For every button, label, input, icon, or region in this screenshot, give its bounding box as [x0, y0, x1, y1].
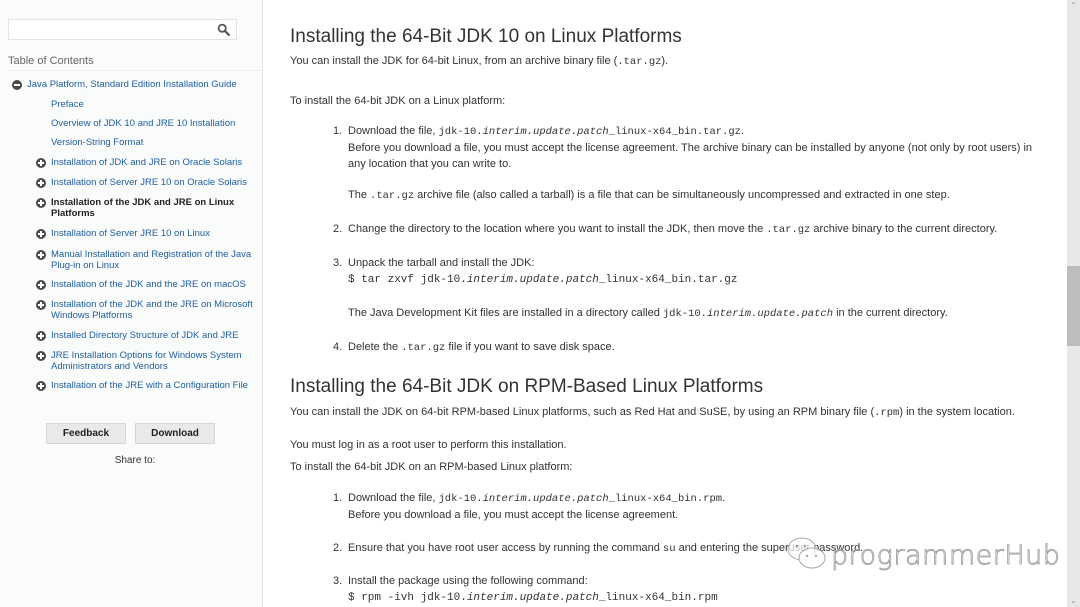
share-label: Share to:	[114, 455, 156, 466]
step-text: Download the file, jdk-10.interim.update…	[348, 492, 726, 505]
scroll-up-arrow-icon[interactable]: ⌃	[1067, 0, 1080, 12]
section-lead: To install the 64-bit JDK on a Linux pla…	[290, 95, 506, 107]
toc-item-server-jre-linux[interactable]: Installation of Server JRE 10 on Linux	[51, 228, 210, 239]
main-content: Installing the 64-Bit JDK 10 on Linux Pl…	[264, 0, 1067, 607]
sidebar: Table of Contents Java Platform, Standar…	[0, 0, 263, 607]
toc-title: Table of Contents	[8, 55, 94, 67]
expand-icon[interactable]	[36, 178, 46, 188]
expand-icon[interactable]	[36, 381, 46, 391]
section-intro: You can install the JDK for 64-bit Linux…	[290, 55, 669, 68]
expand-icon[interactable]	[36, 229, 46, 239]
scroll-down-arrow-icon[interactable]: ⌄	[1067, 595, 1080, 607]
root-note: You must log in as a root user to perfor…	[290, 439, 567, 451]
wechat-icon	[787, 537, 826, 569]
section-intro: You can install the JDK on 64-bit RPM-ba…	[290, 406, 1015, 419]
step-extra: The .tar.gz archive file (also called a …	[348, 189, 950, 202]
step-text: Download the file, jdk-10.interim.update…	[348, 125, 745, 138]
scrollbar-thumb[interactable]	[1067, 266, 1080, 346]
feedback-button[interactable]: Feedback	[46, 423, 126, 444]
step-note: Before you download a file, you must acc…	[348, 142, 1033, 154]
expand-icon[interactable]	[36, 280, 46, 290]
step-text: Unpack the tarball and install the JDK:	[348, 257, 535, 269]
toc-item-macos[interactable]: Installation of the JDK and the JRE on m…	[51, 279, 246, 290]
watermark: programmerHub	[785, 533, 1060, 577]
search-icon[interactable]	[217, 23, 230, 36]
collapse-icon[interactable]	[12, 80, 22, 90]
toc-item-jre-options[interactable]: JRE Installation Options for Windows Sys…	[51, 350, 242, 372]
toc-item-label-line2: Platforms	[51, 208, 95, 219]
expand-icon[interactable]	[36, 158, 46, 168]
toc-item-label-line2: Windows Platforms	[51, 310, 133, 321]
step-number: 1.	[333, 492, 343, 504]
toc-item-label-line1: Manual Installation and Registration of …	[51, 249, 252, 260]
expand-icon[interactable]	[36, 198, 46, 208]
step-text: Delete the .tar.gz file if you want to s…	[348, 341, 615, 354]
step-number: 2.	[333, 542, 343, 554]
download-button[interactable]: Download	[135, 423, 215, 444]
step-number: 2.	[333, 223, 343, 235]
step-note: any location that you can write to.	[348, 158, 512, 170]
expand-icon[interactable]	[36, 250, 46, 260]
step-number: 4.	[333, 341, 343, 353]
section-lead: To install the 64-bit JDK on an RPM-base…	[290, 461, 573, 473]
step-text: Change the directory to the location whe…	[348, 223, 998, 236]
toc-item-preface[interactable]: Preface	[51, 99, 84, 110]
step-number: 3.	[333, 575, 343, 587]
expand-icon[interactable]	[36, 331, 46, 341]
vertical-scrollbar[interactable]: ⌃ ⌄	[1067, 0, 1080, 607]
step-note: The Java Development Kit files are insta…	[348, 307, 948, 320]
toc-item-config-file[interactable]: Installation of the JRE with a Configura…	[51, 380, 248, 391]
section-title-rpm: Installing the 64-Bit JDK on RPM-Based L…	[290, 376, 764, 397]
expand-icon[interactable]	[36, 300, 46, 310]
toc-item-label-line1: JRE Installation Options for Windows Sys…	[51, 350, 242, 361]
watermark-text: programmerHub	[831, 539, 1061, 571]
expand-icon[interactable]	[36, 351, 46, 361]
toc-item-overview[interactable]: Overview of JDK 10 and JRE 10 Installati…	[51, 118, 235, 129]
command-line: $ rpm -ivh jdk-10.interim.update.patch_l…	[348, 592, 718, 604]
toc-item-label-line2: Administrators and Vendors	[51, 361, 168, 372]
toc-divider	[8, 70, 263, 71]
toc-item-installation-guide[interactable]: Java Platform, Standard Edition Installa…	[27, 79, 237, 90]
step-number: 1.	[333, 125, 343, 137]
toc-item-linux-active[interactable]: Installation of the JDK and JRE on Linux…	[51, 197, 234, 219]
toc-item-label-line1: Installation of the JDK and the JRE on M…	[51, 299, 253, 310]
toc-item-server-jre-solaris[interactable]: Installation of Server JRE 10 on Oracle …	[51, 177, 247, 188]
step-text: Install the package using the following …	[348, 575, 588, 587]
command-line: $ tar zxvf jdk-10.interim.update.patch_l…	[348, 274, 738, 286]
toc-item-windows[interactable]: Installation of the JDK and the JRE on M…	[51, 299, 253, 321]
toc-item-label-line1: Installation of the JDK and JRE on Linux	[51, 197, 235, 208]
section-title-linux: Installing the 64-Bit JDK 10 on Linux Pl…	[290, 26, 682, 47]
toc-item-solaris[interactable]: Installation of JDK and JRE on Oracle So…	[51, 157, 242, 168]
step-note: Before you download a file, you must acc…	[348, 509, 679, 521]
toc-item-version-string[interactable]: Version-String Format	[51, 137, 143, 148]
toc-item-java-plugin[interactable]: Manual Installation and Registration of …	[51, 249, 251, 271]
step-number: 3.	[333, 257, 343, 269]
toc-item-directory-structure[interactable]: Installed Directory Structure of JDK and…	[51, 330, 238, 341]
toc-item-label-line2: Plug-in on Linux	[51, 260, 120, 271]
search-input[interactable]	[9, 20, 209, 39]
search-box[interactable]	[8, 19, 237, 40]
